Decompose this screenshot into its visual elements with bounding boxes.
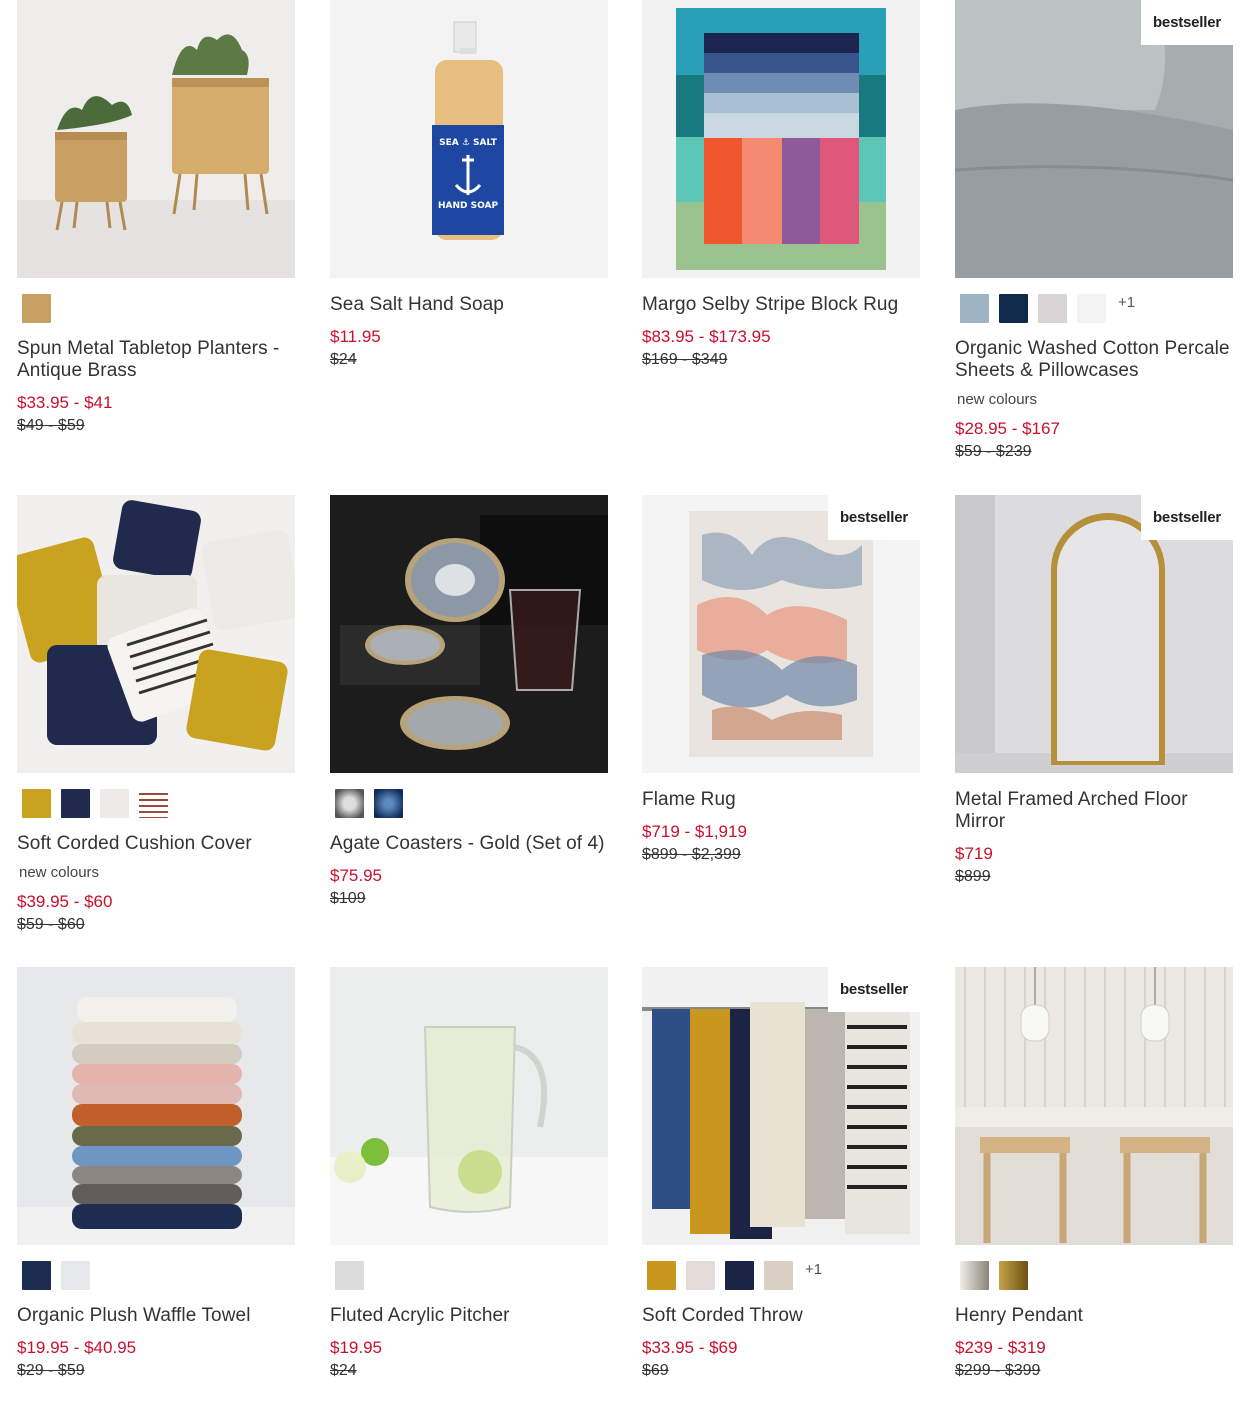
original-price: $899 - $2,399 (642, 846, 741, 863)
original-price: $29 - $59 (17, 1362, 85, 1379)
swatch-list: +1 (642, 1259, 920, 1291)
color-swatch[interactable] (960, 1260, 989, 1290)
product-name[interactable]: Organic Plush Waffle Towel (17, 1305, 295, 1327)
swatch-list: +1 (955, 292, 1233, 324)
product-name[interactable]: Metal Framed Arched Floor Mirror (955, 789, 1233, 833)
color-swatch[interactable] (335, 788, 364, 818)
swatch-list (17, 1259, 295, 1291)
product-name[interactable]: Fluted Acrylic Pitcher (330, 1305, 608, 1327)
product-image-soap[interactable]: SEA ⚓ SALT HAND SOAP (330, 0, 608, 278)
product-name[interactable]: Henry Pendant (955, 1305, 1233, 1327)
sale-price: $11.95 (330, 327, 381, 346)
sale-price: $719 (955, 844, 993, 863)
product-name[interactable]: Organic Washed Cotton Percale Sheets & P… (955, 338, 1233, 382)
color-swatch[interactable] (764, 1260, 793, 1290)
product-image-rug-stripe[interactable] (642, 0, 920, 278)
color-swatch[interactable] (999, 293, 1028, 323)
sale-price: $19.95 (330, 1338, 382, 1357)
product-image-mirror[interactable]: bestseller (955, 495, 1233, 773)
product-name[interactable]: Margo Selby Stripe Block Rug (642, 294, 920, 316)
product-image-planters[interactable] (17, 0, 295, 278)
color-swatch[interactable] (999, 1260, 1028, 1290)
color-swatch[interactable] (22, 1260, 51, 1290)
bestseller-badge: bestseller (828, 967, 920, 1012)
color-swatch[interactable] (22, 293, 51, 323)
color-swatch[interactable] (335, 1260, 364, 1290)
product-image-sheets[interactable]: bestseller (955, 0, 1233, 278)
color-swatch[interactable] (686, 1260, 715, 1290)
color-swatch[interactable] (100, 788, 129, 818)
more-swatches-count[interactable]: +1 (1118, 294, 1135, 311)
product-note: new colours (19, 864, 100, 881)
bestseller-badge: bestseller (1141, 495, 1233, 540)
product-card[interactable]: bestseller +1 Soft Corded Throw $33.95 -… (642, 967, 920, 1380)
sale-price: $239 - $319 (955, 1338, 1046, 1357)
product-card[interactable]: Organic Plush Waffle Towel $19.95 - $40.… (17, 967, 295, 1380)
product-card[interactable]: Spun Metal Tabletop Planters - Antique B… (17, 0, 295, 435)
original-price: $69 (642, 1362, 669, 1379)
product-name[interactable]: Spun Metal Tabletop Planters - Antique B… (17, 338, 295, 382)
original-price: $24 (330, 351, 357, 368)
sale-price: $33.95 - $69 (642, 1338, 738, 1357)
product-card[interactable]: bestseller Flame Rug $719 - $1,919 $899 … (642, 495, 920, 864)
color-swatch[interactable] (1077, 293, 1106, 323)
product-image-flame-rug[interactable]: bestseller (642, 495, 920, 773)
bestseller-badge: bestseller (1141, 0, 1233, 45)
original-price: $169 - $349 (642, 351, 728, 368)
color-swatch[interactable] (22, 788, 51, 818)
sale-price: $33.95 - $41 (17, 393, 113, 412)
product-card[interactable]: bestseller Metal Framed Arched Floor Mir… (955, 495, 1233, 886)
product-card[interactable]: SEA ⚓ SALT HAND SOAP Sea Salt Hand Soap … (330, 0, 608, 369)
color-swatch[interactable] (374, 788, 403, 818)
color-swatch[interactable] (960, 293, 989, 323)
sale-price: $75.95 (330, 866, 382, 885)
product-card[interactable]: Soft Corded Cushion Cover new colours $3… (17, 495, 295, 934)
swatch-list (330, 787, 608, 819)
product-image-cushions[interactable] (17, 495, 295, 773)
sale-price: $719 - $1,919 (642, 822, 747, 841)
product-name[interactable]: Flame Rug (642, 789, 920, 811)
original-price: $59 - $60 (17, 916, 85, 933)
color-swatch[interactable] (139, 788, 168, 818)
color-swatch[interactable] (725, 1260, 754, 1290)
product-image-pitcher[interactable] (330, 967, 608, 1245)
product-image-towels[interactable] (17, 967, 295, 1245)
product-card[interactable]: Margo Selby Stripe Block Rug $83.95 - $1… (642, 0, 920, 369)
bestseller-badge: bestseller (828, 495, 920, 540)
swatch-list (955, 1259, 1233, 1291)
color-swatch[interactable] (61, 788, 90, 818)
color-swatch[interactable] (61, 1260, 90, 1290)
original-price: $299 - $399 (955, 1362, 1041, 1379)
sale-price: $83.95 - $173.95 (642, 327, 771, 346)
original-price: $109 (330, 890, 366, 907)
product-name[interactable]: Agate Coasters - Gold (Set of 4) (330, 833, 608, 855)
product-image-coasters[interactable] (330, 495, 608, 773)
color-swatch[interactable] (1038, 293, 1067, 323)
swatch-list (17, 292, 295, 324)
product-name[interactable]: Sea Salt Hand Soap (330, 294, 608, 316)
product-name[interactable]: Soft Corded Cushion Cover (17, 833, 295, 855)
sale-price: $39.95 - $60 (17, 892, 113, 911)
original-price: $899 (955, 868, 991, 885)
product-card[interactable]: bestseller +1 Organic Washed Cotton Perc… (955, 0, 1233, 461)
product-image-throws[interactable]: bestseller (642, 967, 920, 1245)
color-swatch[interactable] (647, 1260, 676, 1290)
more-swatches-count[interactable]: +1 (805, 1261, 822, 1278)
sale-price: $19.95 - $40.95 (17, 1338, 137, 1357)
svg-text:HAND SOAP: HAND SOAP (438, 201, 498, 211)
original-price: $24 (330, 1362, 357, 1379)
product-image-pendant[interactable] (955, 967, 1233, 1245)
swatch-list (330, 1259, 608, 1291)
original-price: $49 - $59 (17, 417, 85, 434)
swatch-list (17, 787, 295, 819)
original-price: $59 - $239 (955, 443, 1032, 460)
product-card[interactable]: Agate Coasters - Gold (Set of 4) $75.95 … (330, 495, 608, 908)
product-card[interactable]: Henry Pendant $239 - $319 $299 - $399 (955, 967, 1233, 1380)
product-name[interactable]: Soft Corded Throw (642, 1305, 920, 1327)
product-note: new colours (957, 391, 1038, 408)
sale-price: $28.95 - $167 (955, 419, 1060, 438)
svg-text:SEA ⚓ SALT: SEA ⚓ SALT (439, 138, 498, 148)
product-card[interactable]: Fluted Acrylic Pitcher $19.95 $24 (330, 967, 608, 1380)
